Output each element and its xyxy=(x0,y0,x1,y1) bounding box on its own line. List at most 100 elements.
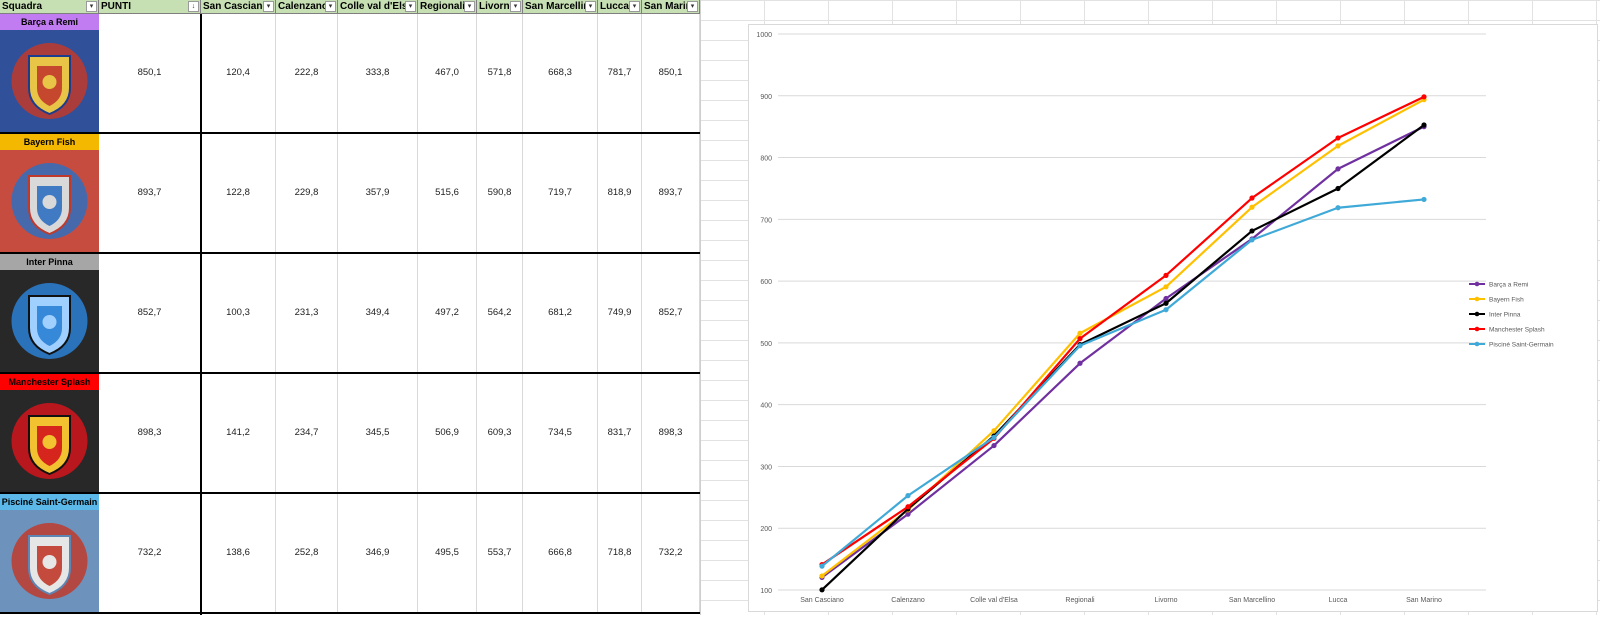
score-cell[interactable]: 852,7 xyxy=(642,254,700,372)
score-cell[interactable]: 346,9 xyxy=(338,494,418,612)
team-name: Manchester Splash xyxy=(0,374,99,390)
column-header[interactable]: Livorno ▾ xyxy=(477,0,523,14)
filter-dropdown-icon[interactable]: ▾ xyxy=(325,1,336,12)
score-cell[interactable]: 345,5 xyxy=(338,374,418,492)
score-cell[interactable]: 681,2 xyxy=(523,254,598,372)
filter-dropdown-icon[interactable]: ▾ xyxy=(629,1,640,12)
score-cell[interactable]: 122,8 xyxy=(201,134,276,252)
column-header[interactable]: Lucca ▾ xyxy=(598,0,642,14)
column-header[interactable]: PUNTI ↓ xyxy=(99,0,201,14)
team-cell[interactable]: Inter Pinna xyxy=(0,254,99,372)
series-line xyxy=(821,125,1425,579)
y-tick-label: 600 xyxy=(760,279,772,286)
score-cell[interactable]: 100,3 xyxy=(201,254,276,372)
filter-dropdown-icon[interactable]: ▾ xyxy=(405,1,416,12)
score-cell[interactable]: 515,6 xyxy=(418,134,477,252)
score-cell[interactable]: 497,2 xyxy=(418,254,477,372)
score-cell[interactable]: 467,0 xyxy=(418,14,477,132)
x-tick-label: San Marino xyxy=(1406,597,1442,604)
column-header[interactable]: Squadra ▾ xyxy=(0,0,99,14)
table-row[interactable]: Bayern Fish 893,7 122,8 229,8 357,9 515,6 590,… xyxy=(0,134,700,254)
column-header[interactable]: Colle val d'Elsa ▾ xyxy=(338,0,418,14)
data-point xyxy=(1335,166,1341,172)
filter-dropdown-icon[interactable]: ▾ xyxy=(464,1,475,12)
x-tick-label: San Marcellino xyxy=(1229,597,1275,604)
score-cell[interactable]: 718,8 xyxy=(598,494,642,612)
score-cell[interactable]: 138,6 xyxy=(201,494,276,612)
data-point xyxy=(1077,330,1083,336)
line-chart: 100 200 300 400 500 600 700 800 900 1000 San Casci… xyxy=(756,32,1554,604)
score-cell[interactable]: 252,8 xyxy=(276,494,338,612)
score-cell[interactable]: 719,7 xyxy=(523,134,598,252)
legend-label: Pisciné Saint-Germain xyxy=(1489,342,1554,349)
score-cell[interactable]: 666,8 xyxy=(523,494,598,612)
score-cell[interactable]: 333,8 xyxy=(338,14,418,132)
score-cell[interactable]: 781,7 xyxy=(598,14,642,132)
punti-cell[interactable]: 850,1 xyxy=(99,14,201,132)
score-cell[interactable]: 231,3 xyxy=(276,254,338,372)
score-cell[interactable]: 734,5 xyxy=(523,374,598,492)
score-cell[interactable]: 571,8 xyxy=(477,14,523,132)
score-cell[interactable]: 234,7 xyxy=(276,374,338,492)
punti-cell[interactable]: 852,7 xyxy=(99,254,201,372)
team-cell[interactable]: Bayern Fish xyxy=(0,134,99,252)
score-cell[interactable]: 222,8 xyxy=(276,14,338,132)
score-cell[interactable]: 229,8 xyxy=(276,134,338,252)
score-cell[interactable]: 495,5 xyxy=(418,494,477,612)
score-cell[interactable]: 141,2 xyxy=(201,374,276,492)
score-cell[interactable]: 818,9 xyxy=(598,134,642,252)
team-name: Pisciné Saint-Germain xyxy=(0,494,99,510)
score-cell[interactable]: 349,4 xyxy=(338,254,418,372)
team-cell[interactable]: Barça a Remi xyxy=(0,14,99,132)
chart-area[interactable]: 100 200 300 400 500 600 700 800 900 1000 San Casci… xyxy=(748,24,1598,612)
legend-label: Inter Pinna xyxy=(1489,312,1521,319)
filter-dropdown-icon[interactable]: ▾ xyxy=(263,1,274,12)
column-header-label: Regionali xyxy=(420,1,466,12)
column-header[interactable]: San Casciano ▾ xyxy=(201,0,276,14)
punti-cell[interactable]: 898,3 xyxy=(99,374,201,492)
filter-dropdown-icon[interactable]: ▾ xyxy=(510,1,521,12)
column-header-label: Lucca xyxy=(600,1,629,12)
legend-label: Barça a Remi xyxy=(1489,282,1528,289)
legend-marker xyxy=(1474,326,1480,332)
filter-dropdown-icon[interactable]: ▾ xyxy=(86,1,97,12)
score-cell[interactable]: 893,7 xyxy=(642,134,700,252)
team-cell[interactable]: Manchester Splash xyxy=(0,374,99,492)
data-point xyxy=(1249,228,1255,234)
column-header[interactable]: San Marcellino ▾ xyxy=(523,0,598,14)
data-point xyxy=(1077,360,1083,366)
score-cell[interactable]: 506,9 xyxy=(418,374,477,492)
score-cell[interactable]: 732,2 xyxy=(642,494,700,612)
column-header[interactable]: Regionali ▾ xyxy=(418,0,477,14)
score-cell[interactable]: 898,3 xyxy=(642,374,700,492)
column-header[interactable]: Calenzano ▾ xyxy=(276,0,338,14)
table-row[interactable]: Barça a Remi 850,1 120,4 222,8 333,8 467,0 571… xyxy=(0,14,700,134)
punti-cell[interactable]: 893,7 xyxy=(99,134,201,252)
filter-dropdown-icon[interactable]: ▾ xyxy=(585,1,596,12)
score-cell[interactable]: 749,9 xyxy=(598,254,642,372)
score-cell[interactable]: 553,7 xyxy=(477,494,523,612)
punti-cell[interactable]: 732,2 xyxy=(99,494,201,612)
score-cell[interactable]: 590,8 xyxy=(477,134,523,252)
table-row[interactable]: Inter Pinna 852,7 100,3 231,3 349,4 497,2 564,… xyxy=(0,254,700,374)
score-cell[interactable]: 609,3 xyxy=(477,374,523,492)
data-point xyxy=(819,563,825,569)
data-point xyxy=(1421,196,1427,203)
score-cell[interactable]: 850,1 xyxy=(642,14,700,132)
table-row[interactable]: Manchester Splash 898,3 141,2 234,7 345,5 506… xyxy=(0,374,700,494)
score-cell[interactable]: 831,7 xyxy=(598,374,642,492)
data-point xyxy=(991,434,997,441)
score-cell[interactable]: 668,3 xyxy=(523,14,598,132)
filter-dropdown-icon[interactable]: ▾ xyxy=(687,1,698,12)
score-cell[interactable]: 357,9 xyxy=(338,134,418,252)
table-row[interactable]: Pisciné Saint-Germain 732,2 138,6 252,8 346,… xyxy=(0,494,700,614)
sort-filter-dropdown-icon[interactable]: ↓ xyxy=(188,1,199,12)
column-header[interactable]: San Marino ▾ xyxy=(642,0,700,14)
score-cell[interactable]: 120,4 xyxy=(201,14,276,132)
team-cell[interactable]: Pisciné Saint-Germain xyxy=(0,494,99,612)
legend-label: Bayern Fish xyxy=(1489,297,1524,304)
score-cell[interactable]: 564,2 xyxy=(477,254,523,372)
data-point xyxy=(1335,185,1341,192)
y-tick-label: 1000 xyxy=(756,32,772,39)
column-header-label: Colle val d'Elsa xyxy=(340,1,413,12)
